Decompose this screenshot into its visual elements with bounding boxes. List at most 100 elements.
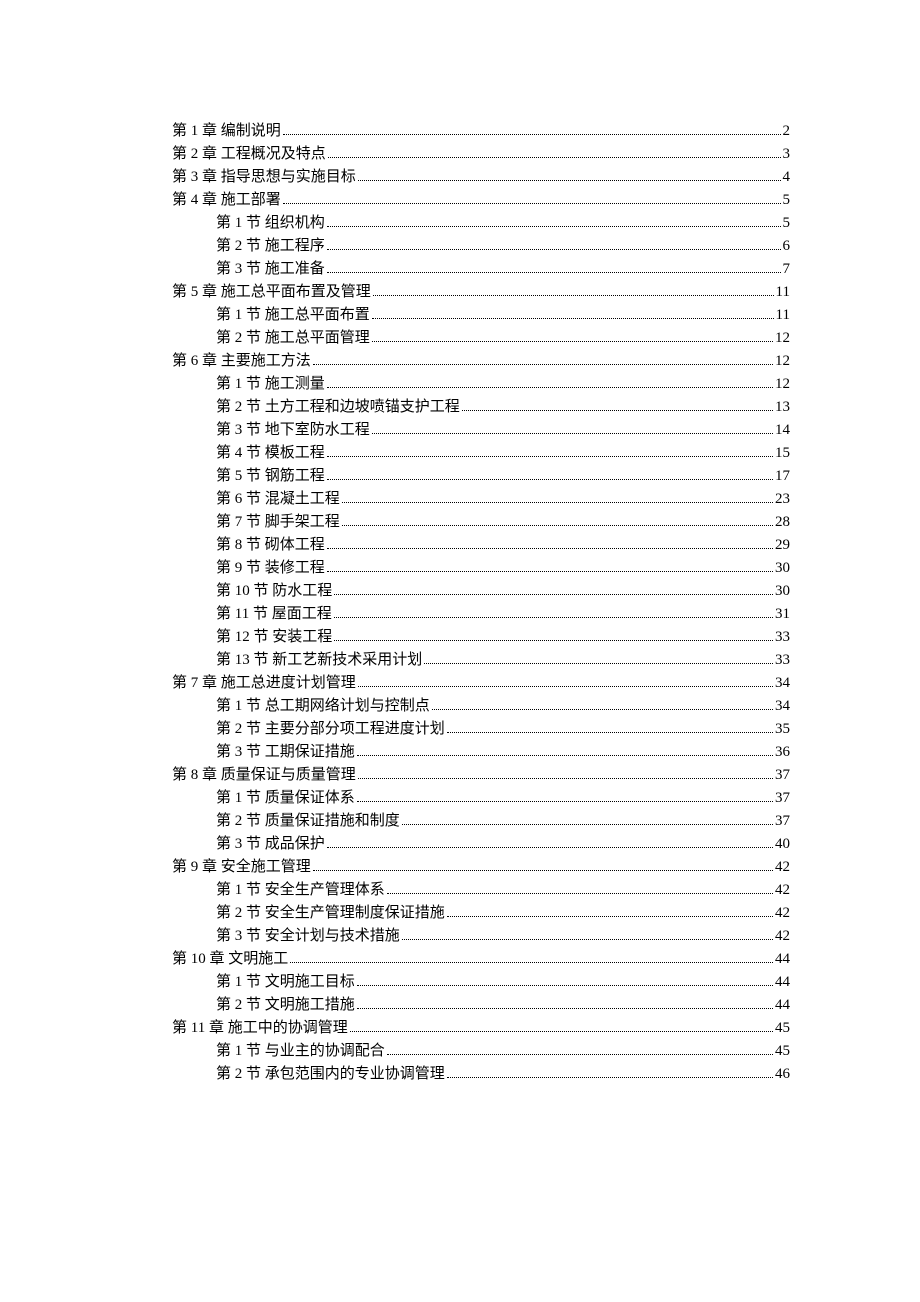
toc-entry-page: 46 xyxy=(775,1063,790,1086)
toc-entry[interactable]: 第 2 节 质量保证措施和制度37 xyxy=(172,810,790,833)
toc-leader-dots xyxy=(357,1008,773,1009)
toc-entry-label: 第 1 节 施工测量 xyxy=(216,373,325,396)
toc-entry[interactable]: 第 2 节 主要分部分项工程进度计划35 xyxy=(172,718,790,741)
toc-entry-page: 42 xyxy=(775,856,790,879)
toc-entry[interactable]: 第 5 节 钢筋工程17 xyxy=(172,465,790,488)
toc-leader-dots xyxy=(290,962,773,963)
toc-entry[interactable]: 第 2 节 施工程序6 xyxy=(172,235,790,258)
toc-entry[interactable]: 第 11 章 施工中的协调管理45 xyxy=(172,1017,790,1040)
toc-entry-label: 第 1 节 安全生产管理体系 xyxy=(216,879,385,902)
toc-leader-dots xyxy=(327,272,781,273)
toc-entry-page: 14 xyxy=(775,419,790,442)
toc-entry[interactable]: 第 11 节 屋面工程31 xyxy=(172,603,790,626)
toc-entry-label: 第 11 节 屋面工程 xyxy=(216,603,332,626)
toc-entry-page: 42 xyxy=(775,879,790,902)
toc-entry[interactable]: 第 9 节 装修工程 30 xyxy=(172,557,790,580)
toc-entry-label: 第 3 节 成品保护 xyxy=(216,833,325,856)
toc-entry[interactable]: 第 2 节 承包范围内的专业协调管理 46 xyxy=(172,1063,790,1086)
toc-entry[interactable]: 第 6 章 主要施工方法12 xyxy=(172,350,790,373)
toc-entry-page: 37 xyxy=(775,764,790,787)
toc-entry-label: 第 3 节 施工准备 xyxy=(216,258,325,281)
toc-leader-dots xyxy=(358,686,773,687)
toc-entry-label: 第 2 节 质量保证措施和制度 xyxy=(216,810,400,833)
toc-entry[interactable]: 第 3 节 施工准备 7 xyxy=(172,258,790,281)
toc-leader-dots xyxy=(402,939,773,940)
toc-entry[interactable]: 第 10 节 防水工程30 xyxy=(172,580,790,603)
toc-entry-page: 45 xyxy=(775,1017,790,1040)
toc-entry-page: 44 xyxy=(775,971,790,994)
toc-entry-page: 30 xyxy=(775,557,790,580)
toc-entry[interactable]: 第 1 节 文明施工目标44 xyxy=(172,971,790,994)
toc-leader-dots xyxy=(342,525,773,526)
toc-entry[interactable]: 第 6 节 混凝土工程23 xyxy=(172,488,790,511)
toc-entry[interactable]: 第 4 章 施工部署5 xyxy=(172,189,790,212)
toc-entry[interactable]: 第 1 节 组织机构5 xyxy=(172,212,790,235)
toc-leader-dots xyxy=(283,203,781,204)
toc-entry-page: 13 xyxy=(775,396,790,419)
toc-entry[interactable]: 第 5 章 施工总平面布置及管理11 xyxy=(172,281,790,304)
toc-entry[interactable]: 第 1 节 施工总平面布置11 xyxy=(172,304,790,327)
toc-entry[interactable]: 第 4 节 模板工程15 xyxy=(172,442,790,465)
toc-entry[interactable]: 第 3 节 安全计划与技术措施42 xyxy=(172,925,790,948)
toc-entry[interactable]: 第 3 节 地下室防水工程14 xyxy=(172,419,790,442)
toc-leader-dots xyxy=(283,134,781,135)
toc-entry[interactable]: 第 10 章 文明施工44 xyxy=(172,948,790,971)
toc-entry-label: 第 4 章 施工部署 xyxy=(172,189,281,212)
toc-entry[interactable]: 第 1 节 质量保证体系37 xyxy=(172,787,790,810)
toc-entry[interactable]: 第 1 章 编制说明2 xyxy=(172,120,790,143)
toc-leader-dots xyxy=(313,364,773,365)
toc-entry-page: 42 xyxy=(775,925,790,948)
toc-entry-label: 第 8 节 砌体工程 xyxy=(216,534,325,557)
toc-entry[interactable]: 第 1 节 安全生产管理体系 42 xyxy=(172,879,790,902)
toc-leader-dots xyxy=(357,801,773,802)
toc-leader-dots xyxy=(327,847,773,848)
toc-entry-page: 42 xyxy=(775,902,790,925)
toc-entry-page: 34 xyxy=(775,695,790,718)
toc-entry[interactable]: 第 8 节 砌体工程29 xyxy=(172,534,790,557)
toc-entry-page: 33 xyxy=(775,626,790,649)
toc-entry[interactable]: 第 7 章 施工总进度计划管理34 xyxy=(172,672,790,695)
toc-entry[interactable]: 第 8 章 质量保证与质量管理37 xyxy=(172,764,790,787)
toc-entry[interactable]: 第 2 节 施工总平面管理 12 xyxy=(172,327,790,350)
toc-entry-label: 第 2 节 施工总平面管理 xyxy=(216,327,370,350)
toc-leader-dots xyxy=(358,180,781,181)
toc-entry-label: 第 10 章 文明施工 xyxy=(172,948,288,971)
toc-entry[interactable]: 第 2 章 工程概况及特点3 xyxy=(172,143,790,166)
toc-entry-page: 7 xyxy=(783,258,791,281)
toc-entry[interactable]: 第 7 节 脚手架工程28 xyxy=(172,511,790,534)
toc-entry-label: 第 2 节 承包范围内的专业协调管理 xyxy=(216,1063,445,1086)
toc-entry[interactable]: 第 13 节 新工艺新技术采用计划33 xyxy=(172,649,790,672)
toc-entry[interactable]: 第 2 节 文明施工措施44 xyxy=(172,994,790,1017)
toc-entry[interactable]: 第 2 节 安全生产管理制度保证措施42 xyxy=(172,902,790,925)
toc-leader-dots xyxy=(328,157,781,158)
toc-entry-page: 12 xyxy=(775,327,790,350)
toc-entry[interactable]: 第 3 节 工期保证措施36 xyxy=(172,741,790,764)
toc-entry-label: 第 1 节 施工总平面布置 xyxy=(216,304,370,327)
toc-entry-page: 5 xyxy=(783,212,791,235)
toc-entry-page: 45 xyxy=(775,1040,790,1063)
toc-leader-dots xyxy=(387,1054,773,1055)
toc-leader-dots xyxy=(313,870,773,871)
toc-entry-label: 第 9 章 安全施工管理 xyxy=(172,856,311,879)
toc-entry-label: 第 5 章 施工总平面布置及管理 xyxy=(172,281,371,304)
toc-entry-page: 6 xyxy=(783,235,791,258)
toc-entry[interactable]: 第 3 章 指导思想与实施目标4 xyxy=(172,166,790,189)
toc-entry-label: 第 2 节 文明施工措施 xyxy=(216,994,355,1017)
toc-entry[interactable]: 第 1 节 总工期网络计划与控制点34 xyxy=(172,695,790,718)
toc-entry[interactable]: 第 12 节 安装工程33 xyxy=(172,626,790,649)
toc-entry-page: 2 xyxy=(783,120,791,143)
toc-entry[interactable]: 第 9 章 安全施工管理 42 xyxy=(172,856,790,879)
toc-leader-dots xyxy=(424,663,773,664)
toc-page: 第 1 章 编制说明2第 2 章 工程概况及特点3第 3 章 指导思想与实施目标… xyxy=(0,0,920,1146)
toc-entry-label: 第 9 节 装修工程 xyxy=(216,557,325,580)
toc-leader-dots xyxy=(327,548,773,549)
toc-entry[interactable]: 第 2 节 土方工程和边坡喷锚支护工程 13 xyxy=(172,396,790,419)
toc-entry[interactable]: 第 3 节 成品保护40 xyxy=(172,833,790,856)
toc-leader-dots xyxy=(327,387,773,388)
toc-leader-dots xyxy=(432,709,773,710)
toc-entry-label: 第 2 章 工程概况及特点 xyxy=(172,143,326,166)
toc-entry[interactable]: 第 1 节 施工测量12 xyxy=(172,373,790,396)
toc-entry-label: 第 6 节 混凝土工程 xyxy=(216,488,340,511)
toc-entry-label: 第 2 节 土方工程和边坡喷锚支护工程 xyxy=(216,396,460,419)
toc-entry[interactable]: 第 1 节 与业主的协调配合45 xyxy=(172,1040,790,1063)
